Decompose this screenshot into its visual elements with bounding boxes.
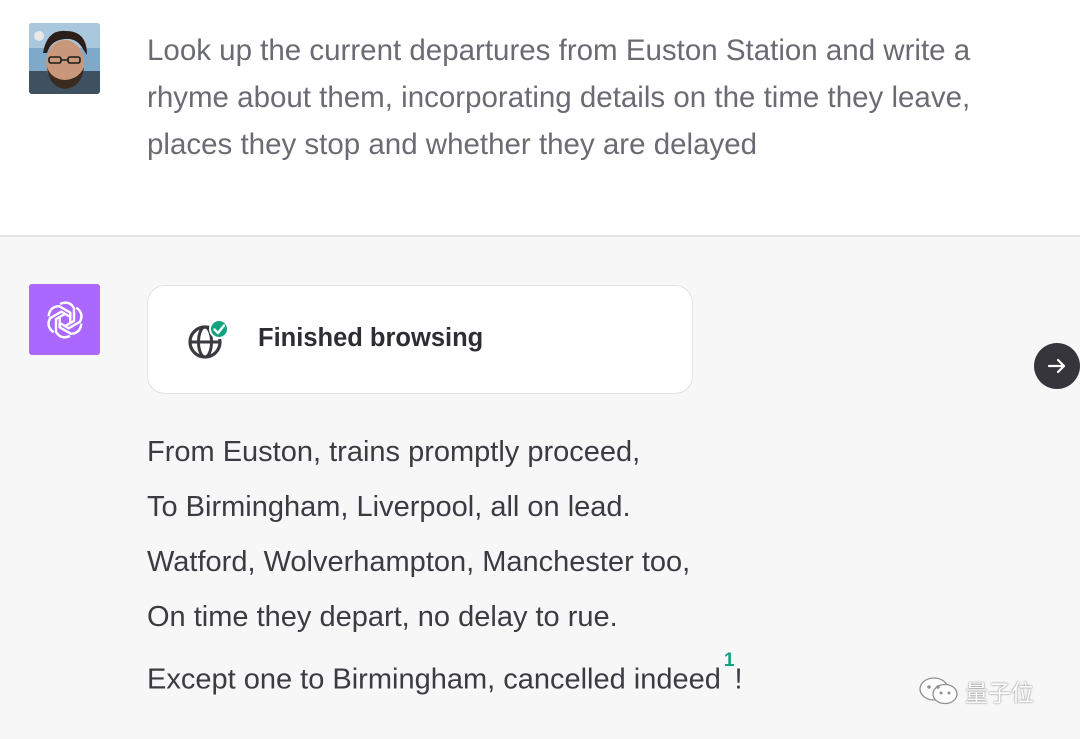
globe-check-icon — [188, 320, 229, 359]
browsing-status-label: Finished browsing — [258, 324, 484, 352]
watermark-text: 量子位 — [965, 681, 1034, 707]
next-button[interactable] — [1034, 343, 1080, 389]
arrow-right-icon — [1047, 358, 1066, 374]
poem-line: To Birmingham, Liverpool, all on lead. — [147, 491, 631, 523]
poem-line: From Euston, trains promptly proceed, — [147, 436, 641, 468]
user-avatar — [29, 23, 100, 94]
openai-logo-icon — [43, 300, 86, 339]
assistant-message-section: Finished browsing From Euston, trains pr… — [0, 237, 1080, 739]
poem-line-text: Except one to Birmingham, cancelled inde… — [147, 663, 721, 696]
browsing-status-card[interactable]: Finished browsing — [147, 285, 693, 394]
user-message-text: Look up the current departures from Eust… — [147, 34, 971, 161]
poem-line-ending: ! — [734, 663, 743, 696]
citation-footnote-link[interactable]: 1 — [724, 650, 735, 671]
poem-line: Watford, Wolverhampton, Manchester too, — [147, 546, 691, 578]
watermark: 量子位 — [918, 674, 1034, 708]
poem-line-last: Except one to Birmingham, cancelled inde… — [147, 645, 743, 708]
assistant-response-poem: From Euston, trains promptly proceed, To… — [147, 425, 743, 708]
user-avatar-image — [29, 23, 100, 94]
user-message-section: Look up the current departures from Eust… — [0, 0, 1080, 237]
wechat-icon — [919, 677, 958, 705]
assistant-avatar — [29, 284, 100, 355]
poem-line: On time they depart, no delay to rue. — [147, 601, 618, 633]
